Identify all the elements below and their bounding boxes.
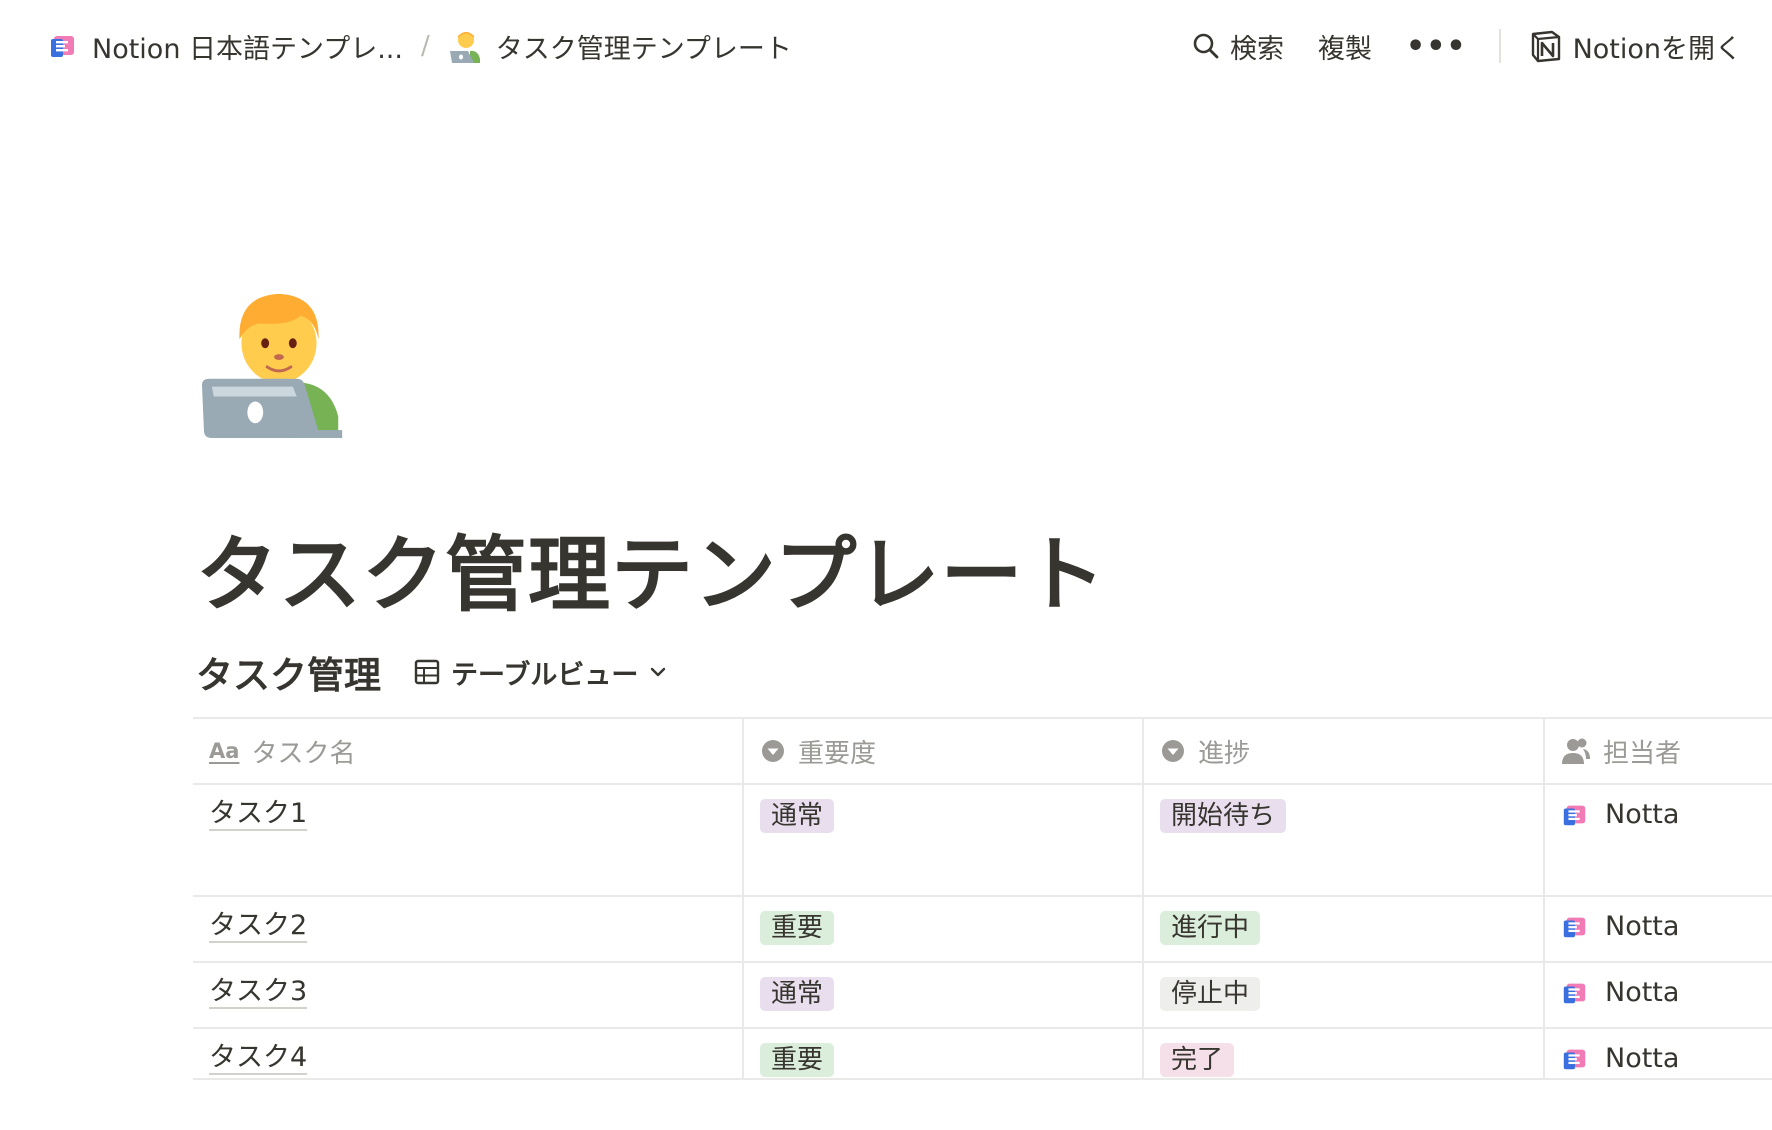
breadcrumb-workspace[interactable]: Notion 日本語テンプレ... [40,21,411,72]
assignee-name: Notta [1605,977,1680,1008]
breadcrumb-workspace-label: Notion 日本語テンプレ... [92,33,403,65]
duplicate-button[interactable]: 複製 [1308,21,1382,72]
status-tag: 開始待ち [1160,799,1287,833]
table-row[interactable]: タスク2 重要 進行中 Notta [193,897,1772,963]
priority-tag: 重要 [760,1043,835,1077]
status-cell[interactable]: 完了 [1144,1029,1545,1078]
more-dots-icon: ••• [1406,28,1467,64]
status-tag: 完了 [1160,1043,1235,1077]
database-header: タスク管理 テーブルビュー [196,646,674,698]
assignee-person: Notta [1561,1043,1679,1074]
technologist-icon [449,32,480,63]
assignee-cell[interactable]: Notta [1545,785,1772,895]
assignee-person: Notta [1561,977,1679,1008]
status-tag: 進行中 [1160,911,1261,945]
assignee-cell[interactable]: Notta [1545,963,1772,1027]
view-switcher-label: テーブルビュー [451,659,639,691]
table-row[interactable]: タスク1 通常 開始待ち Notta [193,785,1772,897]
assignee-person: Notta [1561,799,1679,830]
task-name-link[interactable]: タスク3 [209,977,308,1009]
assignee-name: Notta [1605,1043,1680,1074]
priority-tag: 重要 [760,911,835,945]
task-name-cell[interactable]: タスク4 [193,1029,744,1078]
priority-cell[interactable]: 重要 [744,897,1144,961]
more-options-button[interactable]: ••• [1396,23,1477,70]
table-header-row: Aa タスク名 重要度 進捗 担当者 [193,719,1772,785]
search-icon [1193,33,1219,59]
task-name-link[interactable]: タスク1 [209,799,308,831]
breadcrumb: Notion 日本語テンプレ... / タスク管理テンプレート [40,0,800,92]
assignee-name: Notta [1605,911,1680,942]
status-cell[interactable]: 停止中 [1144,963,1545,1027]
search-label: 検索 [1230,33,1285,65]
table-row[interactable]: タスク3 通常 停止中 Notta [193,963,1772,1029]
column-label: 重要度 [798,738,877,769]
notion-logo-icon [1531,30,1560,63]
technologist-emoji-icon[interactable] [198,282,356,440]
status-cell[interactable]: 開始待ち [1144,785,1545,895]
column-label: 進捗 [1198,738,1251,769]
task-name-cell[interactable]: タスク1 [193,785,744,895]
search-button[interactable]: 検索 [1182,21,1294,72]
notta-logo-icon [51,36,74,57]
priority-tag: 通常 [760,799,835,833]
column-label: タスク名 [251,738,356,769]
topbar-divider [1498,29,1501,63]
breadcrumb-separator: / [420,31,430,61]
status-cell[interactable]: 進行中 [1144,897,1545,961]
table-row[interactable]: タスク4 重要 完了 Notta [193,1029,1772,1080]
task-table: Aa タスク名 重要度 進捗 担当者 タスク1 通常 開始待ち Notta タス… [193,717,1772,1080]
database-title[interactable]: タスク管理 [196,645,381,699]
duplicate-label: 複製 [1318,33,1373,65]
table-view-icon [414,659,440,685]
notta-avatar-icon [1563,1049,1586,1069]
task-name-link[interactable]: タスク4 [209,1043,308,1075]
view-switcher-button[interactable]: テーブルビュー [407,649,674,696]
priority-cell[interactable]: 通常 [744,785,1144,895]
top-actions: 検索 複製 ••• Notionを開く [1182,0,1752,92]
notta-avatar-icon [1563,805,1586,825]
priority-cell[interactable]: 通常 [744,963,1144,1027]
column-header-assignee[interactable]: 担当者 [1545,719,1772,783]
notta-avatar-icon [1563,983,1586,1003]
open-in-notion-button[interactable]: Notionを開く [1519,21,1752,72]
priority-tag: 通常 [760,977,835,1011]
column-header-status[interactable]: 進捗 [1144,719,1545,783]
status-tag: 停止中 [1160,977,1261,1011]
chevron-down-icon [651,667,666,677]
notta-avatar-icon [1563,917,1586,937]
assignee-person: Notta [1561,911,1679,942]
text-type-icon: Aa [209,739,240,763]
task-name-cell[interactable]: タスク2 [193,897,744,961]
column-header-priority[interactable]: 重要度 [744,719,1144,783]
page-title[interactable]: タスク管理テンプレート [196,508,1107,627]
select-type-icon [762,740,784,762]
breadcrumb-page[interactable]: タスク管理テンプレート [440,21,800,72]
column-header-task-name[interactable]: Aa タスク名 [193,719,744,783]
person-type-icon [1562,738,1590,764]
select-type-icon [1162,740,1184,762]
assignee-cell[interactable]: Notta [1545,897,1772,961]
assignee-name: Notta [1605,799,1680,830]
column-label: 担当者 [1603,738,1682,769]
topbar: Notion 日本語テンプレ... / タスク管理テンプレート 検索 複製 ••… [0,0,1772,92]
task-name-link[interactable]: タスク2 [209,911,308,943]
open-in-notion-label: Notionを開く [1572,33,1742,65]
assignee-cell[interactable]: Notta [1545,1029,1772,1078]
task-name-cell[interactable]: タスク3 [193,963,744,1027]
breadcrumb-page-label: タスク管理テンプレート [495,33,792,65]
priority-cell[interactable]: 重要 [744,1029,1144,1078]
